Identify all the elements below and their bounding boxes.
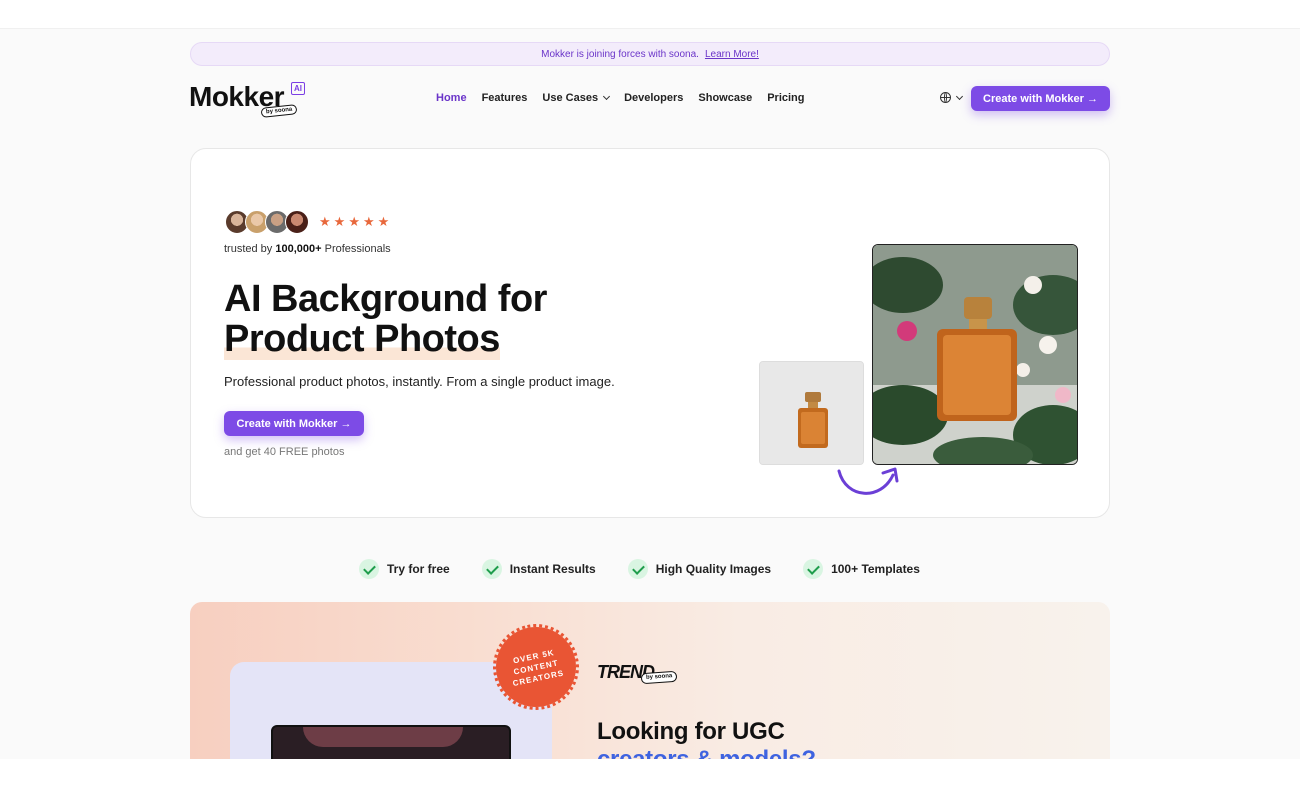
main-nav: Home Features Use Cases Developers Showc… <box>436 92 805 104</box>
feature-label: Try for free <box>387 562 450 576</box>
transform-arrow-icon <box>837 467 899 495</box>
nav-use-cases[interactable]: Use Cases <box>542 92 611 104</box>
nav-use-cases-label: Use Cases <box>542 92 599 104</box>
promo-title: Looking for UGC <box>597 718 785 745</box>
trusted-by-text: trusted by 100,000+ Professionals <box>224 243 391 255</box>
check-icon <box>359 559 379 579</box>
hero-title-line1: AI Background for <box>224 278 547 320</box>
badge-line1: OVER 5K <box>512 647 556 666</box>
avatar-group <box>225 210 309 234</box>
language-selector[interactable] <box>940 92 964 103</box>
logo-ai-badge: AI <box>291 82 305 95</box>
chevron-down-icon <box>955 92 964 100</box>
star-icon: ★ <box>377 214 390 229</box>
badge-line2: CONTENT <box>512 657 560 677</box>
original-product-image <box>759 361 864 465</box>
feature-item: 100+ Templates <box>803 559 920 579</box>
hero-create-button[interactable]: Create with Mokker → <box>224 411 364 436</box>
nav-features[interactable]: Features <box>482 92 528 104</box>
learn-more-link[interactable]: Learn More! <box>705 49 759 60</box>
feature-label: Instant Results <box>509 562 596 576</box>
browser-top-strip <box>0 0 1300 29</box>
feature-label: 100+ Templates <box>831 562 920 576</box>
feature-item: Instant Results <box>481 559 596 579</box>
hero-title: AI Background for Product Photos <box>224 278 644 360</box>
badge-line3: CREATORS <box>511 667 565 688</box>
rating-stars: ★ ★ ★ ★ ★ <box>319 214 389 230</box>
nav-home[interactable]: Home <box>436 92 467 104</box>
feature-item: High Quality Images <box>627 559 772 579</box>
chevron-down-icon <box>603 92 611 101</box>
hero-section: ★ ★ ★ ★ ★ trusted by 100,000+ Profession… <box>190 148 1110 518</box>
hero-subtitle: Professional product photos, instantly. … <box>224 374 615 389</box>
globe-icon <box>940 92 951 103</box>
feature-item: Try for free <box>359 559 450 579</box>
trusted-count: 100,000+ <box>275 243 322 255</box>
check-icon <box>627 559 648 579</box>
star-icon: ★ <box>348 214 360 229</box>
mokker-logo[interactable]: Mokker AI by soona <box>189 80 309 120</box>
browser-bottom-strip <box>0 759 1300 788</box>
star-icon: ★ <box>333 214 346 229</box>
star-icon: ★ <box>362 214 375 229</box>
free-photos-note: and get 40 FREE photos <box>224 446 345 458</box>
nav-showcase[interactable]: Showcase <box>698 92 752 104</box>
promo-video[interactable] <box>271 725 511 759</box>
check-icon <box>803 559 824 579</box>
check-icon <box>481 559 502 579</box>
announcement-text: Mokker is joining forces with soona. <box>541 48 699 60</box>
generated-product-image <box>872 244 1078 465</box>
feature-label: High Quality Images <box>655 562 772 576</box>
promo-title-highlight: creators & models? <box>597 746 816 759</box>
star-icon: ★ <box>319 214 331 229</box>
hero-title-line2: Product Photos <box>224 318 500 360</box>
avatar <box>285 210 309 234</box>
announcement-bar: Mokker is joining forces with soona. Lea… <box>190 42 1110 66</box>
feature-list: Try for free Instant Results High Qualit… <box>359 559 920 579</box>
nav-pricing[interactable]: Pricing <box>767 92 804 104</box>
trusted-suffix: Professionals <box>324 243 391 255</box>
ugc-promo-section: OVER 5K CONTENT CREATORS TREND by soona … <box>190 602 1110 759</box>
nav-developers[interactable]: Developers <box>624 92 683 104</box>
nav-create-button[interactable]: Create with Mokker → <box>971 86 1110 111</box>
trend-soona-tag: by soona <box>640 670 678 685</box>
trusted-prefix: trusted by <box>224 243 273 255</box>
